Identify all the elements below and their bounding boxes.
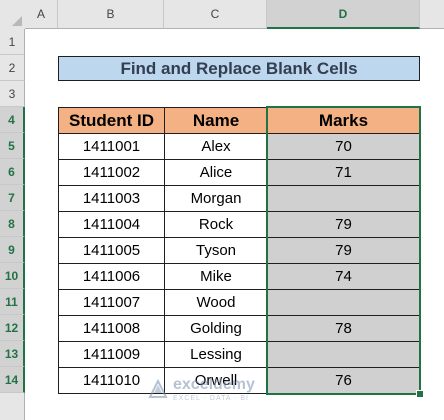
cell-name[interactable]: Wood xyxy=(164,289,268,316)
cell-name[interactable]: Alex xyxy=(164,133,268,160)
row-header-10[interactable]: 10 xyxy=(0,263,25,289)
row-header-12[interactable]: 12 xyxy=(0,315,25,341)
row-header-9[interactable]: 9 xyxy=(0,237,25,263)
cell-marks[interactable]: 78 xyxy=(267,315,420,342)
select-all-corner[interactable] xyxy=(0,0,25,29)
header-name[interactable]: Name xyxy=(164,107,268,134)
row-header-4[interactable]: 4 xyxy=(0,107,25,133)
cell-student-id[interactable]: 1411004 xyxy=(58,211,165,238)
cell-marks[interactable]: 70 xyxy=(267,133,420,160)
header-marks[interactable]: Marks xyxy=(267,107,420,134)
cell-name[interactable]: Rock xyxy=(164,211,268,238)
watermark: exceldemy EXCEL · DATA · BI xyxy=(148,372,298,406)
spreadsheet-grid: A B C D 1 2 3 4 5 6 7 8 9 10 11 12 13 14… xyxy=(0,0,444,420)
row-header-7[interactable]: 7 xyxy=(0,185,25,211)
column-header-b[interactable]: B xyxy=(58,0,164,29)
row-header-14[interactable]: 14 xyxy=(0,367,25,393)
cell-name[interactable]: Tyson xyxy=(164,237,268,264)
cell-student-id[interactable]: 1411008 xyxy=(58,315,165,342)
cell-marks-blank[interactable] xyxy=(267,341,420,368)
cell-student-id[interactable]: 1411006 xyxy=(58,263,165,290)
cell-name[interactable]: Lessing xyxy=(164,341,268,368)
column-header-d[interactable]: D xyxy=(267,0,420,29)
page-title[interactable]: Find and Replace Blank Cells xyxy=(58,56,420,81)
cell-marks[interactable]: 79 xyxy=(267,211,420,238)
row-header-6[interactable]: 6 xyxy=(0,159,25,185)
cell-marks-blank[interactable] xyxy=(267,185,420,212)
row-header-2[interactable]: 2 xyxy=(0,55,25,81)
row-header-8[interactable]: 8 xyxy=(0,211,25,237)
fill-handle[interactable] xyxy=(416,390,424,398)
cell-marks[interactable]: 71 xyxy=(267,159,420,186)
row-header-empty xyxy=(0,393,25,420)
column-header-a[interactable]: A xyxy=(25,0,58,29)
row-header-3[interactable]: 3 xyxy=(0,81,25,107)
cell-name[interactable]: Mike xyxy=(164,263,268,290)
cell-student-id[interactable]: 1411002 xyxy=(58,159,165,186)
cell-marks-blank[interactable] xyxy=(267,289,420,316)
column-header-c[interactable]: C xyxy=(164,0,267,29)
cell-marks[interactable]: 74 xyxy=(267,263,420,290)
row-header-13[interactable]: 13 xyxy=(0,341,25,367)
cell-name[interactable]: Golding xyxy=(164,315,268,342)
watermark-tagline: EXCEL · DATA · BI xyxy=(173,394,249,402)
cell-marks[interactable]: 79 xyxy=(267,237,420,264)
cell-student-id[interactable]: 1411009 xyxy=(58,341,165,368)
cell-name[interactable]: Morgan xyxy=(164,185,268,212)
watermark-name: exceldemy xyxy=(173,375,255,393)
row-header-11[interactable]: 11 xyxy=(0,289,25,315)
cell-student-id[interactable]: 1411003 xyxy=(58,185,165,212)
select-all-triangle-icon xyxy=(12,16,22,26)
row-header-5[interactable]: 5 xyxy=(0,133,25,159)
cell-student-id[interactable]: 1411007 xyxy=(58,289,165,316)
header-student-id[interactable]: Student ID xyxy=(58,107,165,134)
cell-name[interactable]: Alice xyxy=(164,159,268,186)
row-header-1[interactable]: 1 xyxy=(0,29,25,55)
exceldemy-logo-icon xyxy=(148,379,168,398)
cell-student-id[interactable]: 1411001 xyxy=(58,133,165,160)
column-header-empty xyxy=(420,0,444,29)
cell-student-id[interactable]: 1411005 xyxy=(58,237,165,264)
